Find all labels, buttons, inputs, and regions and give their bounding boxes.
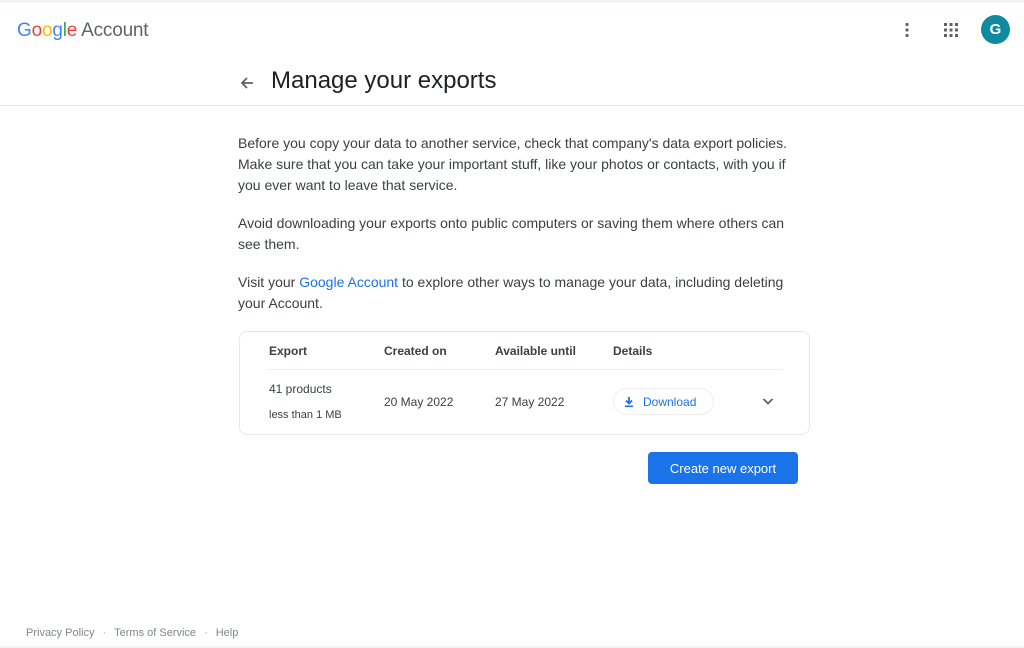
- logo-letter: e: [66, 20, 78, 41]
- logo-suffix: Account: [81, 20, 149, 41]
- column-header-created-on: Created on: [384, 344, 447, 358]
- logo-letter: o: [31, 20, 43, 41]
- footer-separator: ·: [102, 627, 107, 639]
- google-apps-button[interactable]: [937, 16, 965, 44]
- google-account-link[interactable]: Google Account: [299, 274, 398, 290]
- google-account-logo[interactable]: Google Account: [17, 20, 149, 42]
- column-header-available-until: Available until: [495, 344, 576, 358]
- more-options-button[interactable]: [893, 16, 921, 44]
- info-paragraph: Before you copy your data to another ser…: [238, 135, 787, 193]
- column-header-export: Export: [269, 344, 308, 358]
- info-paragraph: Visit your Google Account to explore oth…: [238, 272, 798, 314]
- more-vert-icon: [905, 22, 909, 37]
- privacy-policy-link[interactable]: Privacy Policy: [26, 627, 94, 639]
- download-button[interactable]: Download: [613, 388, 714, 415]
- create-new-export-button[interactable]: Create new export: [648, 452, 798, 484]
- logo-letter: o: [41, 20, 53, 41]
- header-divider: [268, 369, 783, 370]
- exports-table: Export Created on Available until Detail…: [239, 331, 810, 435]
- available-until-value: 27 May 2022: [495, 395, 565, 409]
- download-icon: [625, 396, 633, 407]
- info-text: Before you copy your data to another ser…: [238, 133, 798, 331]
- created-on-value: 20 May 2022: [384, 395, 454, 409]
- logo-letter: g: [52, 20, 63, 41]
- app-header: Google Account G: [0, 3, 1024, 59]
- column-header-details: Details: [613, 344, 653, 358]
- expand-row-button[interactable]: [760, 393, 776, 409]
- page-title: Manage your exports: [271, 67, 497, 94]
- info-paragraph: Avoid downloading your exports onto publ…: [238, 215, 785, 252]
- export-size: less than 1 MB: [269, 409, 342, 421]
- arrow-back-icon: [240, 77, 253, 89]
- para3-prefix: Visit your: [238, 274, 300, 290]
- terms-of-service-link[interactable]: Terms of Service: [114, 627, 196, 639]
- export-product-count: 41 products: [269, 382, 332, 396]
- back-button[interactable]: [236, 72, 258, 94]
- logo-letter: G: [17, 20, 32, 41]
- help-link[interactable]: Help: [216, 627, 239, 639]
- page-title-bar: Manage your exports: [0, 60, 1024, 106]
- apps-grid-icon: [944, 22, 958, 37]
- footer-separator: ·: [204, 627, 208, 639]
- download-label: Download: [643, 394, 697, 409]
- chevron-down-icon: [762, 398, 774, 405]
- footer: Privacy Policy · Terms of Service · Help: [26, 627, 238, 639]
- account-avatar[interactable]: G: [981, 15, 1010, 44]
